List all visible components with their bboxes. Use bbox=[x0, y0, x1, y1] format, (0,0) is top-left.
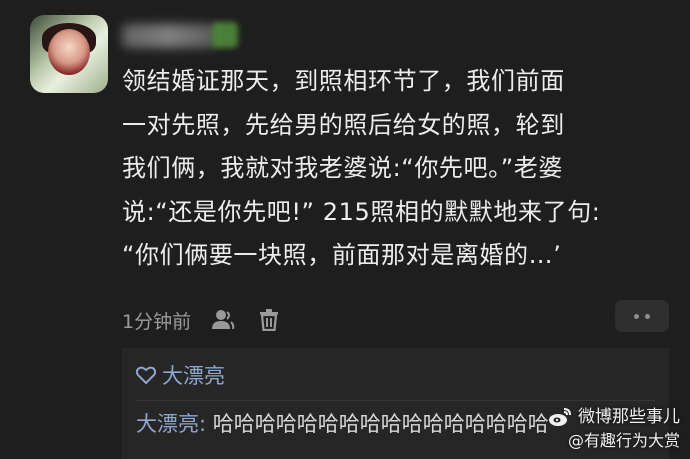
weibo-logo-icon bbox=[549, 408, 571, 426]
watermark: 微博那些事儿 @有趣行为大赏 bbox=[548, 405, 680, 453]
user-mention-icon[interactable] bbox=[209, 306, 237, 334]
liker-name[interactable]: 大漂亮 bbox=[162, 360, 225, 390]
liked-by-row[interactable]: 大漂亮 bbox=[136, 360, 225, 390]
reply-item: 大漂亮: 哈哈哈哈哈哈哈哈哈哈哈哈哈哈哈哈 bbox=[136, 408, 549, 438]
watermark-text-2: @有趣行为大赏 bbox=[567, 431, 680, 450]
more-dot bbox=[645, 313, 650, 319]
user-badge-blurred bbox=[212, 22, 238, 48]
more-dot bbox=[634, 313, 639, 319]
heart-icon-glyph bbox=[136, 366, 156, 384]
user-mention-icon-glyph bbox=[212, 310, 235, 330]
comment-meta: 1分钟前 bbox=[122, 306, 301, 334]
watermark-line1: 微博那些事儿 bbox=[548, 405, 680, 429]
reply-text: 哈哈哈哈哈哈哈哈哈哈哈哈哈哈哈哈 bbox=[206, 412, 549, 436]
delete-icon[interactable] bbox=[255, 306, 283, 334]
watermark-text-1: 微博那些事儿 bbox=[578, 407, 680, 427]
username-blurred[interactable] bbox=[122, 24, 217, 48]
trash-icon-glyph bbox=[260, 309, 279, 331]
comment-time: 1分钟前 bbox=[122, 310, 192, 333]
comment-text: 领结婚证那天，到照相环节了，我们前面 一对先照，先给男的照后给女的照，轮到 我们… bbox=[122, 67, 601, 269]
avatar-face bbox=[48, 29, 90, 75]
user-avatar[interactable] bbox=[30, 15, 108, 93]
watermark-line2: @有趣行为大赏 bbox=[548, 429, 680, 453]
reply-divider bbox=[136, 400, 655, 401]
heart-icon bbox=[136, 366, 156, 384]
reply-author[interactable]: 大漂亮: bbox=[136, 412, 206, 436]
more-options-button[interactable] bbox=[615, 300, 669, 332]
